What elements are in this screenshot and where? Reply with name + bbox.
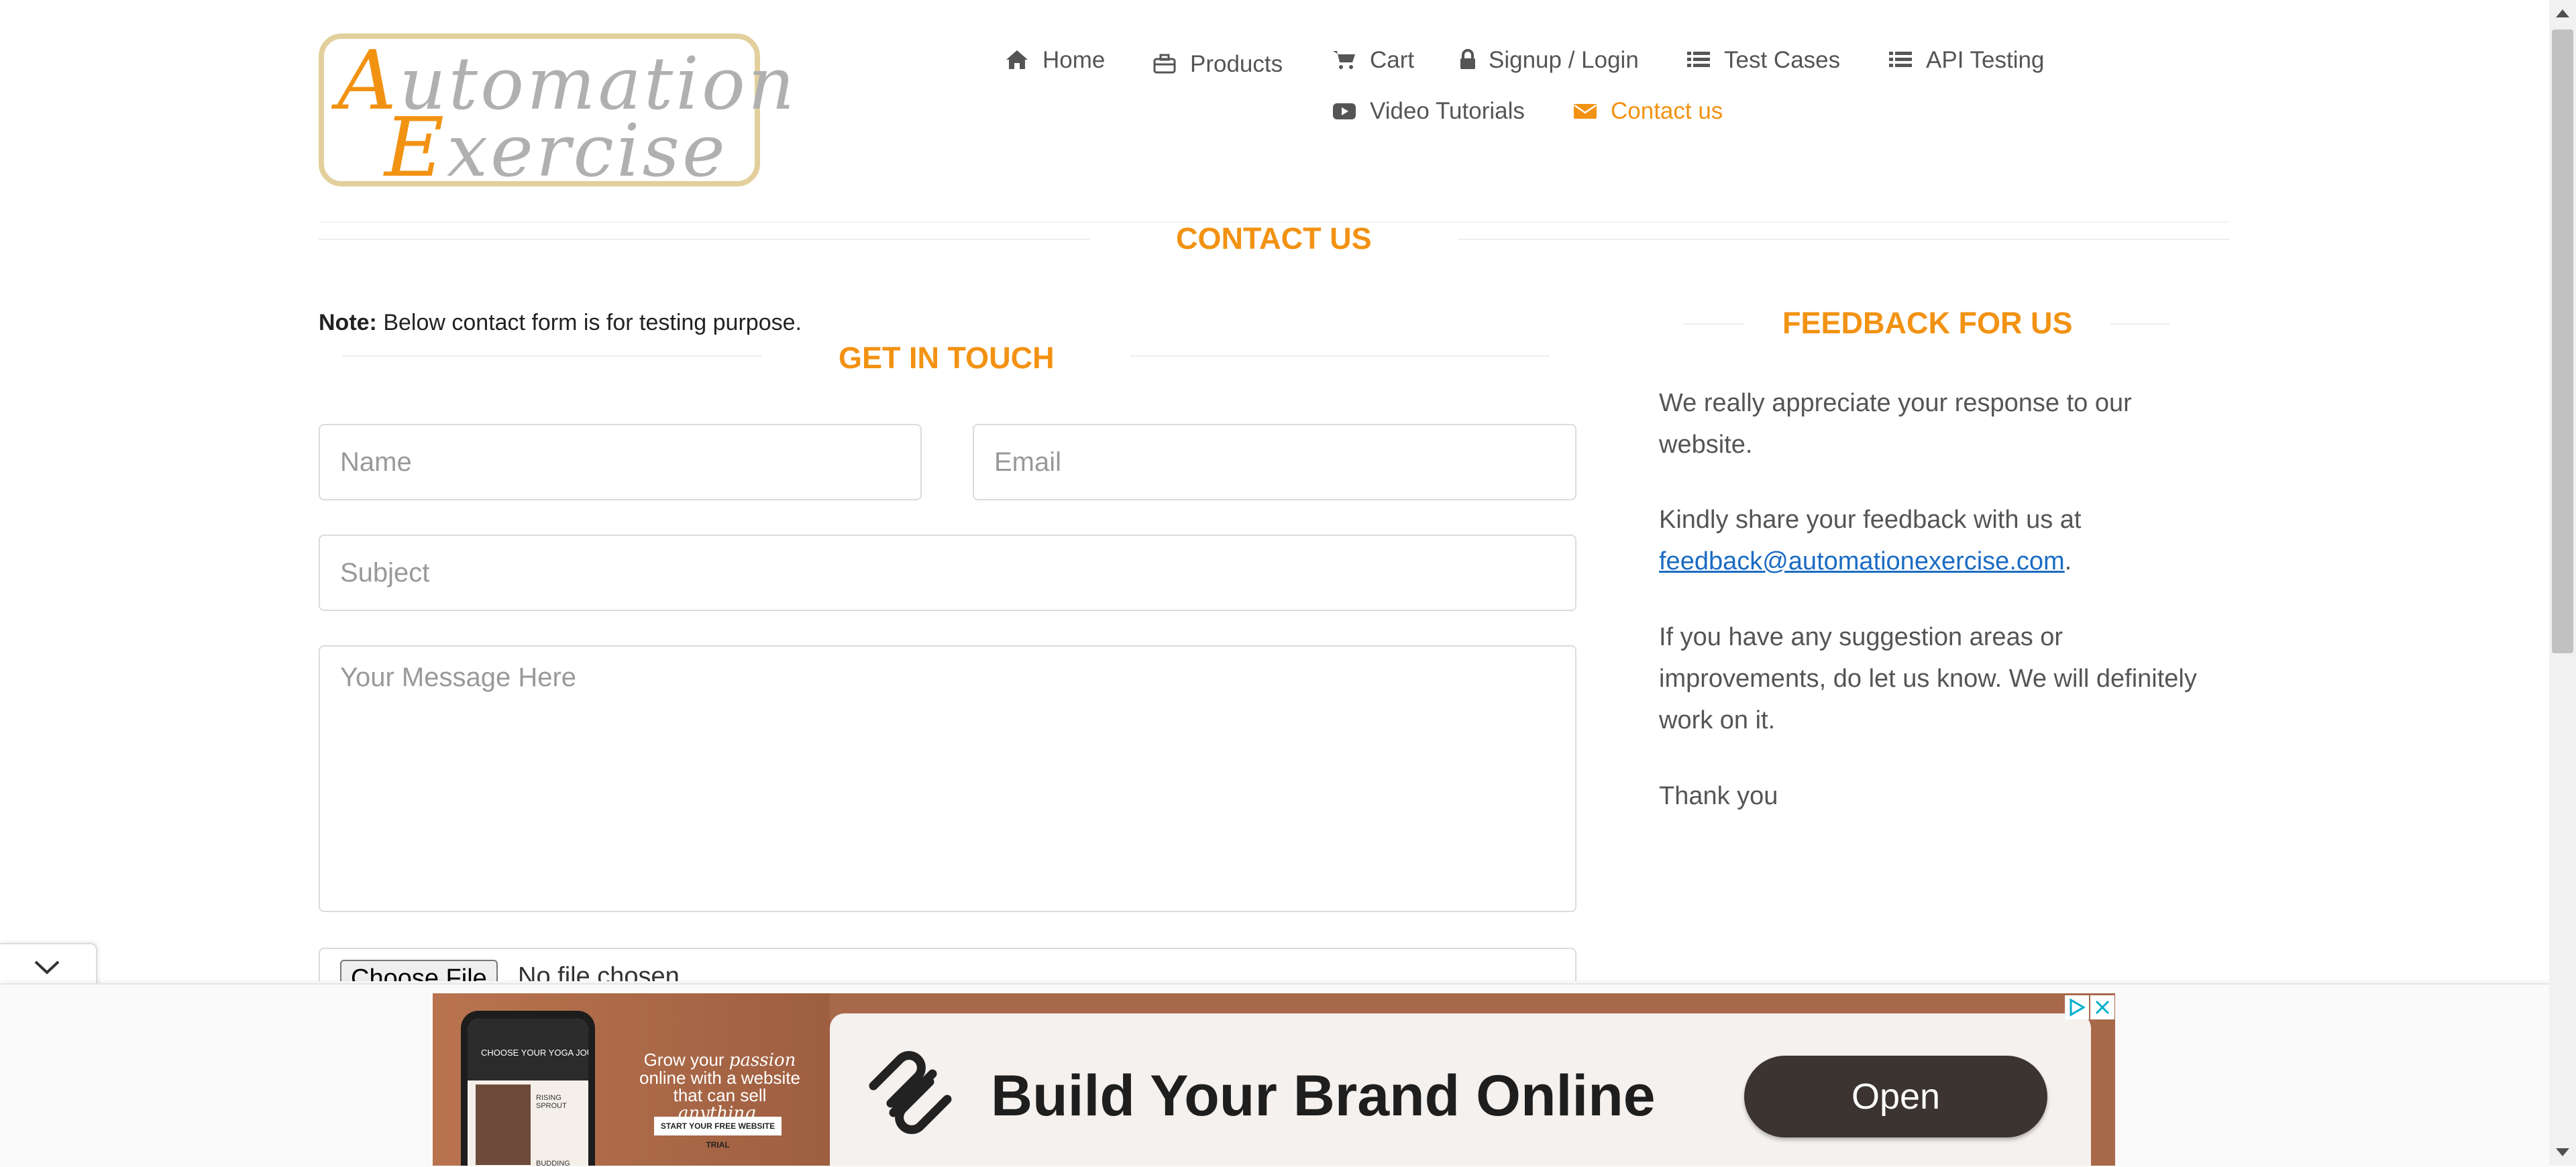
briefcase-icon	[1152, 53, 1179, 76]
tagline-text: Grow your	[643, 1050, 729, 1070]
logo-text: xercise	[447, 109, 728, 193]
page: Automation Exercise Home Products Cart S…	[0, 0, 2549, 1167]
nav-label: Home	[1042, 47, 1106, 73]
nav-label: Contact us	[1611, 98, 1723, 124]
feedback-paragraph: We really appreciate your response to ou…	[1659, 389, 2132, 459]
choose-file-button[interactable]: Choose File	[340, 960, 498, 981]
phone-mockup: CHOOSE YOUR YOGA JOURNEY RISING SPROUT B…	[461, 1011, 595, 1166]
nav-test-cases[interactable]: Test Cases	[1686, 47, 1840, 74]
cart-icon	[1332, 49, 1359, 72]
squarespace-logo-icon	[869, 1051, 952, 1134]
nav-label: API Testing	[1926, 47, 2045, 73]
scrollbar-thumb[interactable]	[2552, 30, 2573, 653]
nav-contact-us[interactable]: Contact us	[1573, 98, 1723, 125]
adchoices-icon[interactable]	[2065, 995, 2089, 1019]
title-line-right	[1458, 239, 2229, 240]
subject-input[interactable]	[319, 535, 1576, 611]
lock-icon	[1459, 49, 1478, 72]
name-input[interactable]	[319, 424, 922, 500]
yoga-photo	[476, 1085, 531, 1165]
phone-heading: CHOOSE YOUR YOGA JOURNEY	[481, 1048, 588, 1058]
nav-label: Video Tutorials	[1370, 98, 1525, 124]
ad-collapse-tab[interactable]	[0, 943, 97, 986]
feedback-paragraph: If you have any suggestion areas or impr…	[1659, 623, 2197, 734]
ad-image: CHOOSE YOUR YOGA JOURNEY RISING SPROUT B…	[433, 993, 830, 1166]
title-line-right	[1130, 355, 1550, 357]
nav-label: Products	[1190, 51, 1283, 77]
nav-cart[interactable]: Cart	[1332, 47, 1414, 74]
list-icon	[1888, 49, 1915, 72]
feedback-paragraph: Kindly share your feedback with us at fe…	[1659, 499, 2209, 582]
nav-label: Cart	[1370, 47, 1415, 73]
phone-screen: CHOOSE YOUR YOGA JOURNEY RISING SPROUT B…	[468, 1019, 588, 1166]
logo-line-2: Exercise	[384, 107, 728, 188]
title-line-left	[1684, 323, 1744, 325]
phone-item: RISING SPROUT	[536, 1094, 567, 1110]
ad-tagline: Grow your passion online with a website …	[639, 1051, 800, 1122]
file-upload: Choose File No file chosen	[319, 948, 1576, 981]
home-icon	[1005, 49, 1032, 72]
ad-headline: Build Your Brand Online	[991, 1064, 1656, 1128]
list-icon	[1686, 49, 1713, 72]
scroll-up-arrow[interactable]	[2556, 9, 2569, 17]
nav-signup-login[interactable]: Signup / Login	[1459, 47, 1639, 74]
nav-home[interactable]: Home	[1005, 47, 1105, 74]
note-label: Note:	[319, 310, 377, 335]
phone-item: BUDDING EXPERT	[536, 1160, 570, 1166]
youtube-icon	[1332, 100, 1359, 123]
note: Note: Below contact form is for testing …	[319, 310, 802, 336]
title-line-left	[319, 239, 1090, 240]
scroll-down-arrow[interactable]	[2556, 1148, 2569, 1156]
site-logo[interactable]: Automation Exercise	[319, 34, 794, 188]
form-title: GET IN TOUCH	[839, 341, 1055, 375]
feedback-title: FEEDBACK FOR US	[1782, 306, 2073, 340]
chevron-down-icon	[34, 960, 60, 975]
ad-open-button[interactable]: Open	[1744, 1056, 2047, 1137]
nav-products[interactable]: Products	[1152, 51, 1283, 78]
ad-card: Build Your Brand Online Open	[830, 1013, 2091, 1166]
message-textarea[interactable]	[319, 645, 1576, 912]
nav-label: Test Cases	[1724, 47, 1841, 73]
nav-video-tutorials[interactable]: Video Tutorials	[1332, 98, 1525, 125]
nav-label: Signup / Login	[1489, 47, 1639, 73]
page-title: CONTACT US	[1176, 221, 1372, 256]
feedback-text: .	[2064, 547, 2072, 575]
email-input[interactable]	[973, 424, 1576, 500]
nav-api-testing[interactable]: API Testing	[1888, 47, 2044, 74]
ad-close-icon[interactable]	[2090, 995, 2114, 1019]
title-line-left	[342, 355, 761, 357]
ad-small-cta[interactable]: START YOUR FREE WEBSITE TRIAL	[654, 1117, 782, 1150]
feedback-email-link[interactable]: feedback@automationexercise.com	[1659, 547, 2065, 575]
page-scrollbar[interactable]	[2549, 0, 2576, 1166]
note-text: Below contact form is for testing purpos…	[376, 310, 802, 335]
feedback-text: Kindly share your feedback with us at	[1659, 506, 2082, 534]
envelope-icon	[1573, 100, 1600, 123]
title-line-right	[2110, 323, 2170, 325]
file-status: No file chosen	[518, 962, 680, 981]
feedback-thanks: Thank you	[1659, 782, 1778, 810]
logo-initial: E	[384, 100, 447, 195]
tagline-text: online with a website that can sell	[639, 1068, 800, 1105]
ad-banner[interactable]: CHOOSE YOUR YOGA JOURNEY RISING SPROUT B…	[433, 993, 2115, 1166]
